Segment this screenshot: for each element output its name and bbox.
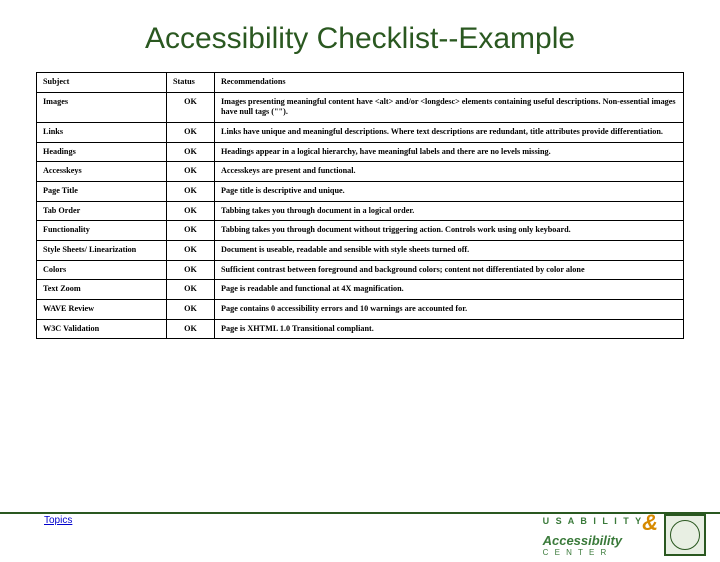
cell-recommendation: Tabbing takes you through document witho… xyxy=(215,221,684,241)
cell-status: OK xyxy=(167,181,215,201)
table-row: AccesskeysOKAccesskeys are present and f… xyxy=(37,162,684,182)
cell-recommendation: Page is XHTML 1.0 Transitional compliant… xyxy=(215,319,684,339)
cell-subject: Style Sheets/ Linearization xyxy=(37,240,167,260)
logo-center-text: C E N T E R xyxy=(543,548,609,557)
header-subject: Subject xyxy=(37,73,167,93)
cell-status: OK xyxy=(167,201,215,221)
footer-logo-block: U S A B I L I T Y& Accessibility C E N T… xyxy=(543,512,706,558)
page-title: Accessibility Checklist--Example xyxy=(0,22,720,56)
cell-status: OK xyxy=(167,221,215,241)
table-row: LinksOKLinks have unique and meaningful … xyxy=(37,122,684,142)
cell-recommendation: Document is useable, readable and sensib… xyxy=(215,240,684,260)
footer-bar: U S A B I L I T Y& Accessibility C E N T… xyxy=(0,512,720,562)
cell-recommendation: Page title is descriptive and unique. xyxy=(215,181,684,201)
cell-recommendation: Tabbing takes you through document in a … xyxy=(215,201,684,221)
table-row: ColorsOKSufficient contrast between fore… xyxy=(37,260,684,280)
cell-recommendation: Sufficient contrast between foreground a… xyxy=(215,260,684,280)
cell-recommendation: Headings appear in a logical hierarchy, … xyxy=(215,142,684,162)
logo-accessibility-text: Accessibility xyxy=(543,533,623,548)
header-recommendations: Recommendations xyxy=(215,73,684,93)
cell-status: OK xyxy=(167,162,215,182)
table-row: W3C ValidationOKPage is XHTML 1.0 Transi… xyxy=(37,319,684,339)
cell-status: OK xyxy=(167,142,215,162)
cell-recommendation: Page contains 0 accessibility errors and… xyxy=(215,299,684,319)
cell-subject: Colors xyxy=(37,260,167,280)
cell-status: OK xyxy=(167,260,215,280)
table-row: Style Sheets/ LinearizationOKDocument is… xyxy=(37,240,684,260)
cell-subject: Accesskeys xyxy=(37,162,167,182)
table-row: Tab OrderOKTabbing takes you through doc… xyxy=(37,201,684,221)
checklist-table: Subject Status Recommendations ImagesOKI… xyxy=(36,72,684,339)
cell-subject: Headings xyxy=(37,142,167,162)
logo-usability-text: U S A B I L I T Y xyxy=(543,516,644,526)
cell-subject: Images xyxy=(37,92,167,122)
cell-subject: Page Title xyxy=(37,181,167,201)
cell-recommendation: Page is readable and functional at 4X ma… xyxy=(215,280,684,300)
cell-status: OK xyxy=(167,240,215,260)
cell-status: OK xyxy=(167,122,215,142)
cell-subject: Text Zoom xyxy=(37,280,167,300)
table-row: WAVE ReviewOKPage contains 0 accessibili… xyxy=(37,299,684,319)
cell-subject: WAVE Review xyxy=(37,299,167,319)
cell-subject: Functionality xyxy=(37,221,167,241)
table-row: FunctionalityOKTabbing takes you through… xyxy=(37,221,684,241)
cell-recommendation: Images presenting meaningful content hav… xyxy=(215,92,684,122)
cell-subject: Links xyxy=(37,122,167,142)
cell-subject: W3C Validation xyxy=(37,319,167,339)
accessibility-center-logo: U S A B I L I T Y& Accessibility C E N T… xyxy=(543,512,656,558)
university-seal-icon xyxy=(664,514,706,556)
table-row: HeadingsOKHeadings appear in a logical h… xyxy=(37,142,684,162)
table-row: ImagesOKImages presenting meaningful con… xyxy=(37,92,684,122)
cell-status: OK xyxy=(167,92,215,122)
cell-recommendation: Accesskeys are present and functional. xyxy=(215,162,684,182)
cell-status: OK xyxy=(167,280,215,300)
cell-recommendation: Links have unique and meaningful descrip… xyxy=(215,122,684,142)
table-row: Page TitleOKPage title is descriptive an… xyxy=(37,181,684,201)
cell-subject: Tab Order xyxy=(37,201,167,221)
header-status: Status xyxy=(167,73,215,93)
logo-ampersand: & xyxy=(642,512,658,534)
table-row: Text ZoomOKPage is readable and function… xyxy=(37,280,684,300)
table-header-row: Subject Status Recommendations xyxy=(37,73,684,93)
cell-status: OK xyxy=(167,319,215,339)
cell-status: OK xyxy=(167,299,215,319)
